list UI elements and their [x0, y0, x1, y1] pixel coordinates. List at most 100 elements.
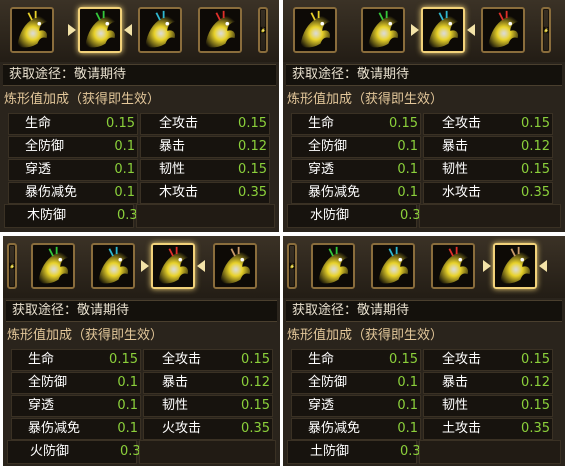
stat-cell: 韧性 0.15	[143, 395, 273, 417]
element-defense-box: 火防御 0.3	[7, 440, 141, 464]
element-defense-value: 0.3	[120, 444, 141, 459]
stat-label: 全攻击	[159, 116, 199, 131]
stat-value: 0.15	[389, 116, 418, 131]
source-label: 获取途径：	[292, 67, 358, 82]
stat-label: 暴伤减免	[308, 421, 361, 436]
source-value: 敬请期待	[357, 303, 410, 318]
source-row: 获取途径：敬请期待	[286, 64, 562, 86]
element-defense-label: 木防御	[27, 208, 67, 223]
stat-value: 0.15	[521, 116, 550, 131]
stat-cell: 暴击 0.12	[423, 136, 553, 158]
stat-cell: 木攻击 0.35	[140, 182, 270, 204]
red-dragon-icon[interactable]	[481, 7, 525, 53]
partial-dragon-icon[interactable]	[541, 7, 551, 53]
dragon-icon-strip	[283, 236, 565, 298]
element-defense-value: 0.3	[400, 444, 421, 459]
stat-label: 火攻击	[162, 421, 202, 436]
source-label: 获取途径：	[292, 303, 358, 318]
element-defense-label: 火防御	[30, 444, 70, 459]
stat-value: 0.12	[521, 375, 550, 390]
brown-dragon-icon[interactable]	[213, 243, 257, 289]
partial-dragon-icon[interactable]	[287, 243, 297, 289]
stat-cell: 穿透 0.1	[291, 395, 421, 417]
cyan-dragon-icon[interactable]	[138, 7, 182, 53]
stat-value: 0.35	[238, 185, 267, 200]
cyan-dragon-icon[interactable]	[421, 7, 465, 53]
stat-label: 生命	[308, 352, 335, 367]
stat-label: 暴击	[442, 139, 469, 154]
green-dragon-icon[interactable]	[361, 7, 405, 53]
stat-value: 0.15	[106, 116, 135, 131]
red-dragon-icon[interactable]	[431, 243, 475, 289]
red-dragon-icon[interactable]	[151, 243, 195, 289]
source-value: 敬请期待	[357, 67, 410, 82]
stat-cell: 全攻击 0.15	[143, 349, 273, 371]
stat-label: 暴击	[159, 139, 186, 154]
green-dragon-icon[interactable]	[31, 243, 75, 289]
stat-value: 0.1	[397, 421, 418, 436]
stat-cell: 生命 0.15	[291, 113, 421, 135]
stat-label: 生命	[28, 352, 55, 367]
stat-label: 韧性	[442, 162, 469, 177]
green-dragon-icon[interactable]	[78, 7, 122, 53]
dragon-panel-wood: 获取途径：敬请期待 炼形值加成（获得即生效） 生命 0.15 全攻击 0.15 全防御 0…	[0, 0, 279, 232]
empty-slot	[139, 440, 276, 464]
stat-value: 0.15	[521, 398, 550, 413]
red-dragon-icon[interactable]	[198, 7, 242, 53]
source-label: 获取途径：	[9, 67, 75, 82]
source-value: 敬请期待	[74, 67, 127, 82]
bonus-title: 炼形值加成（获得即生效）	[7, 328, 164, 343]
stat-cell: 穿透 0.1	[291, 159, 421, 181]
cyan-dragon-icon[interactable]	[371, 243, 415, 289]
stat-cell: 全防御 0.1	[8, 136, 138, 158]
brown-dragon-icon[interactable]	[493, 243, 537, 289]
stat-cell: 暴击 0.12	[423, 372, 553, 394]
stat-cell: 火攻击 0.35	[143, 418, 273, 440]
source-value: 敬请期待	[77, 303, 130, 318]
stat-cell: 暴击 0.12	[143, 372, 273, 394]
dragon-icon-strip	[283, 0, 565, 62]
yellow-dragon-icon[interactable]	[10, 7, 54, 53]
bonus-title: 炼形值加成（获得即生效）	[287, 92, 444, 107]
stat-label: 木攻击	[159, 185, 199, 200]
stat-value: 0.15	[238, 162, 267, 177]
stat-value: 0.15	[389, 352, 418, 367]
element-defense-box: 木防御 0.3	[4, 204, 138, 228]
element-defense-box: 水防御 0.3	[287, 204, 421, 228]
stat-value: 0.15	[238, 116, 267, 131]
selection-arrow-left-icon	[483, 260, 491, 272]
cyan-dragon-icon[interactable]	[91, 243, 135, 289]
stat-label: 韧性	[442, 398, 469, 413]
stat-cell: 全攻击 0.15	[423, 113, 553, 135]
stat-label: 全攻击	[162, 352, 202, 367]
empty-slot	[419, 440, 561, 464]
green-dragon-icon[interactable]	[311, 243, 355, 289]
dragon-icon-strip	[3, 236, 280, 298]
stat-value: 0.15	[521, 162, 550, 177]
empty-slot	[136, 204, 275, 228]
stat-value: 0.15	[521, 352, 550, 367]
stat-cell: 暴击 0.12	[140, 136, 270, 158]
stat-label: 土攻击	[442, 421, 482, 436]
stat-label: 暴击	[162, 375, 189, 390]
stat-label: 暴击	[442, 375, 469, 390]
stat-label: 生命	[25, 116, 52, 131]
dragon-panel-earth: 获取途径：敬请期待 炼形值加成（获得即生效） 生命 0.15 全攻击 0.15 全防御 0…	[283, 236, 565, 466]
selection-arrow-left-icon	[68, 24, 76, 36]
stat-value: 0.35	[521, 185, 550, 200]
partial-dragon-icon[interactable]	[7, 243, 17, 289]
stat-cell: 全攻击 0.15	[423, 349, 553, 371]
stat-cell: 韧性 0.15	[423, 395, 553, 417]
stat-label: 穿透	[28, 398, 55, 413]
partial-dragon-icon[interactable]	[258, 7, 268, 53]
yellow-dragon-icon[interactable]	[293, 7, 337, 53]
stat-value: 0.1	[397, 185, 418, 200]
stat-label: 水攻击	[442, 185, 482, 200]
stat-value: 0.15	[241, 352, 270, 367]
stat-cell: 韧性 0.15	[140, 159, 270, 181]
stat-label: 全防御	[28, 375, 68, 390]
element-defense-value: 0.3	[400, 208, 421, 223]
stat-label: 暴伤减免	[25, 185, 78, 200]
selection-arrow-left-icon	[141, 260, 149, 272]
stat-label: 韧性	[162, 398, 189, 413]
